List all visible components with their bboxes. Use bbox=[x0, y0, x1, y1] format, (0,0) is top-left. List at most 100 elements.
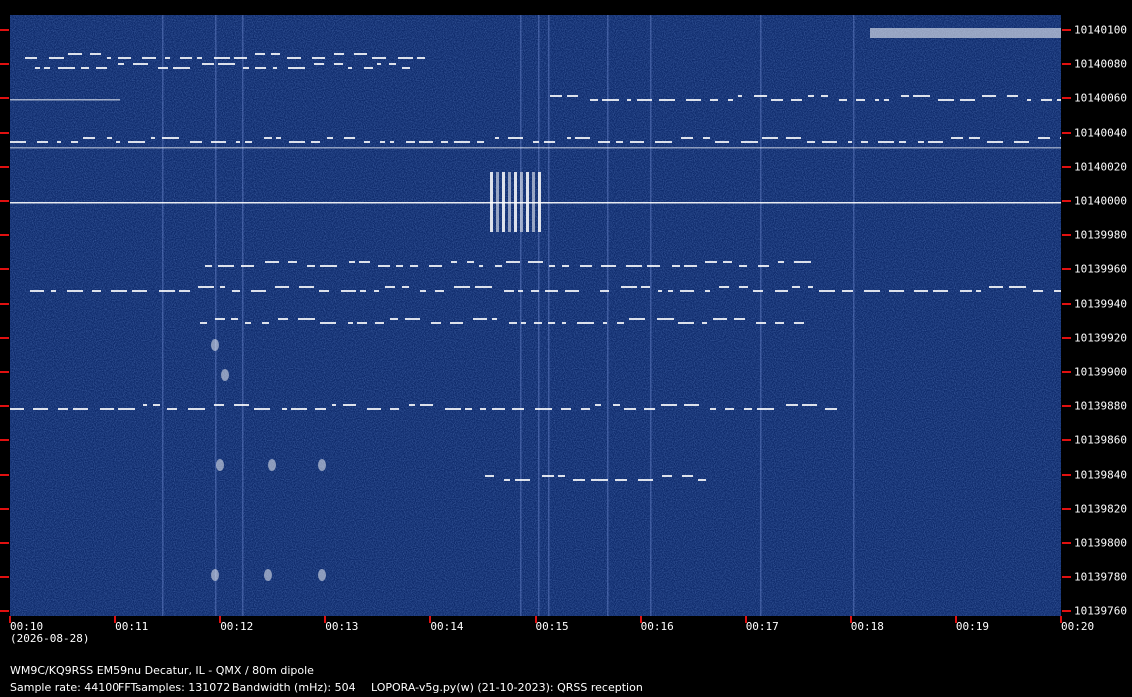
ytick-left bbox=[0, 29, 9, 31]
ytick-right bbox=[1062, 610, 1071, 613]
burst-column bbox=[532, 172, 535, 232]
signal-dash bbox=[819, 290, 835, 292]
signal-dash bbox=[162, 137, 179, 139]
signal-dash bbox=[969, 137, 980, 139]
ytick-right bbox=[1062, 234, 1071, 237]
signal-dash bbox=[390, 141, 394, 143]
ytick-right bbox=[1062, 507, 1071, 510]
signal-dash bbox=[314, 63, 324, 65]
vertical-streak bbox=[650, 15, 652, 616]
ytick-left bbox=[0, 542, 9, 544]
signal-dash bbox=[234, 404, 249, 406]
signal-dash bbox=[982, 95, 996, 97]
ytick-left bbox=[0, 610, 9, 613]
signal-dash bbox=[741, 141, 758, 143]
signal-dash bbox=[762, 137, 778, 139]
signal-dash bbox=[598, 141, 610, 143]
signal-dash bbox=[561, 408, 571, 410]
signal-dash bbox=[118, 57, 131, 59]
signal-dash bbox=[786, 137, 801, 139]
signal-dash bbox=[686, 99, 701, 101]
signal-dash bbox=[132, 290, 147, 292]
signal-dash bbox=[343, 404, 356, 406]
ytick-left bbox=[0, 336, 9, 339]
signal-dash bbox=[288, 261, 297, 263]
signal-dash bbox=[738, 95, 742, 97]
signal-dash bbox=[265, 261, 279, 263]
signal-dash bbox=[680, 290, 694, 292]
time-label: 00:14 bbox=[430, 620, 464, 633]
signal-dash bbox=[492, 318, 497, 320]
signal-dash bbox=[190, 141, 202, 143]
signal-dash bbox=[951, 137, 963, 139]
signal-dash bbox=[173, 67, 190, 69]
vertical-streak bbox=[520, 15, 522, 616]
signal-dash bbox=[899, 141, 906, 143]
signal-dash bbox=[67, 290, 83, 292]
signal-dash bbox=[802, 404, 817, 406]
signal-dash bbox=[479, 265, 483, 267]
signal-dash bbox=[758, 265, 769, 267]
signal-dash bbox=[251, 290, 266, 292]
vertical-streak bbox=[242, 15, 244, 616]
signal-dash bbox=[878, 141, 894, 143]
signal-dash bbox=[794, 261, 811, 263]
signal-dash bbox=[638, 479, 653, 481]
signal-dash bbox=[875, 99, 879, 101]
signal-dash bbox=[402, 67, 410, 69]
signal-dash bbox=[44, 67, 50, 69]
signal-dash bbox=[678, 322, 694, 324]
signal-dash bbox=[565, 290, 579, 292]
signal-dash bbox=[739, 265, 747, 267]
signal-dash bbox=[641, 286, 650, 288]
signal-dash bbox=[659, 99, 675, 101]
signal-dash bbox=[808, 95, 814, 97]
signal-dash bbox=[616, 141, 623, 143]
signal-dash bbox=[245, 141, 252, 143]
signal-dash bbox=[567, 95, 578, 97]
signal-dash bbox=[429, 265, 442, 267]
burst-column bbox=[514, 172, 517, 232]
vertical-streak bbox=[162, 15, 164, 616]
signal-dash bbox=[278, 318, 288, 320]
signal-dash bbox=[311, 141, 320, 143]
ytick-right bbox=[1062, 200, 1071, 202]
burst-column bbox=[502, 172, 505, 232]
signal-dash bbox=[600, 290, 609, 292]
signal-dash bbox=[518, 290, 523, 292]
signal-dash bbox=[220, 286, 225, 288]
signal-dash bbox=[107, 137, 112, 139]
signal-dash bbox=[30, 290, 44, 292]
signal-dash bbox=[473, 318, 487, 320]
signal-dash bbox=[288, 67, 305, 69]
burst-column bbox=[520, 172, 523, 232]
date-label: (2026-08-28) bbox=[10, 632, 90, 645]
signal-dash bbox=[116, 141, 120, 143]
ytick-right bbox=[1062, 29, 1071, 31]
frequency-label: 10140000 bbox=[1074, 194, 1127, 208]
signal-dash bbox=[402, 286, 409, 288]
time-label: 00:17 bbox=[745, 620, 779, 633]
signal-dash bbox=[960, 290, 972, 292]
burst-column bbox=[508, 172, 511, 232]
burst-column bbox=[526, 172, 529, 232]
signal-dash bbox=[713, 318, 727, 320]
signal-dash bbox=[96, 67, 107, 69]
signal-dash bbox=[889, 290, 904, 292]
signal-dash bbox=[35, 67, 40, 69]
signal-dash bbox=[451, 261, 457, 263]
signal-dash bbox=[914, 290, 928, 292]
signal-dash bbox=[1009, 286, 1026, 288]
signal-dash bbox=[312, 57, 325, 59]
signal-dash bbox=[151, 137, 155, 139]
signal-dash bbox=[179, 290, 190, 292]
signal-dash bbox=[661, 404, 677, 406]
signal-dash bbox=[739, 286, 748, 288]
signal-dash bbox=[528, 261, 543, 263]
signal-dash bbox=[533, 141, 539, 143]
signal-dash bbox=[255, 67, 266, 69]
signal-dash bbox=[58, 408, 68, 410]
ytick-right bbox=[1062, 405, 1071, 408]
signal-dash bbox=[629, 318, 645, 320]
signal-dash bbox=[118, 408, 135, 410]
